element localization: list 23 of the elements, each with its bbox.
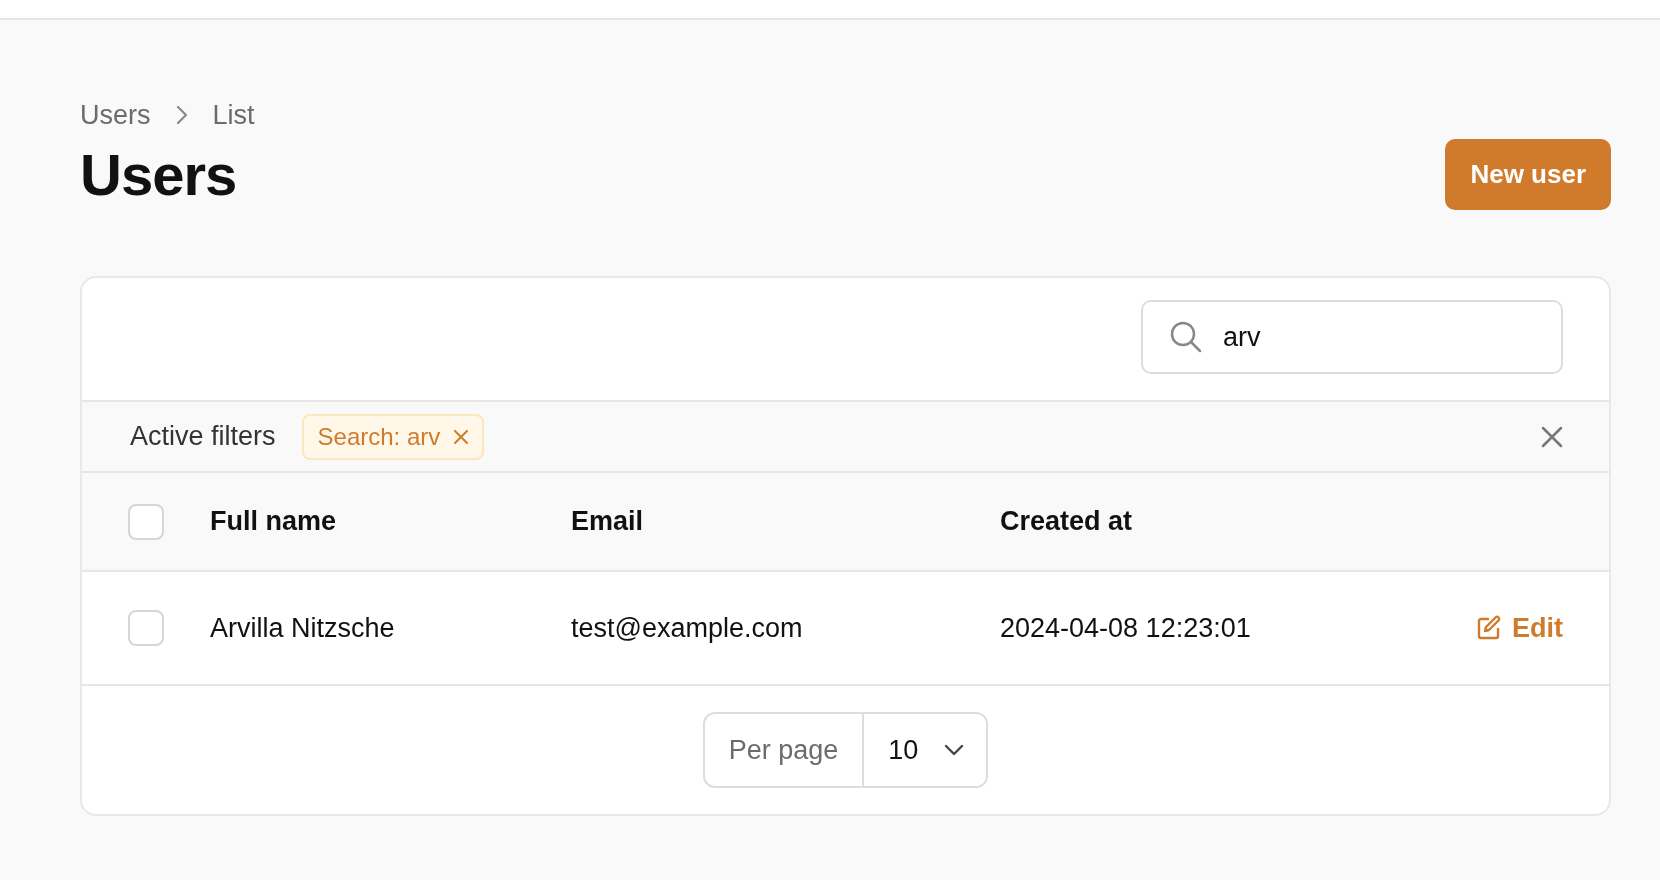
- column-header: Full name: [210, 505, 338, 539]
- table-cell-text: Arvilla Nitzsche: [210, 611, 396, 645]
- remove-filter-button[interactable]: [454, 429, 469, 444]
- page-title: Users: [80, 140, 237, 209]
- chevron-right-icon: [174, 104, 189, 126]
- clear-filters-button[interactable]: [1541, 424, 1563, 449]
- column-header: Created at: [1000, 505, 1134, 539]
- checkbox[interactable]: [128, 503, 164, 540]
- column-header: Email: [571, 505, 645, 539]
- table-cell-text: 2024-04-08 12:23:01: [1000, 611, 1252, 645]
- search-field[interactable]: arv: [1141, 300, 1563, 374]
- breadcrumb-link[interactable]: Users: [80, 94, 151, 136]
- search-icon: [1169, 320, 1203, 354]
- close-icon: [454, 429, 469, 444]
- edit-icon: [1476, 615, 1502, 641]
- checkbox[interactable]: [128, 610, 164, 646]
- edit-link[interactable]: Edit: [1476, 607, 1563, 649]
- chip-label: Search: arv: [317, 421, 441, 452]
- table-cell-text: test@example.com: [571, 611, 804, 645]
- breadcrumb-link[interactable]: List: [212, 94, 255, 136]
- close-icon: [1541, 426, 1563, 449]
- active-filters-label: Active filters: [130, 420, 276, 454]
- new-user-button[interactable]: New user: [1445, 139, 1611, 210]
